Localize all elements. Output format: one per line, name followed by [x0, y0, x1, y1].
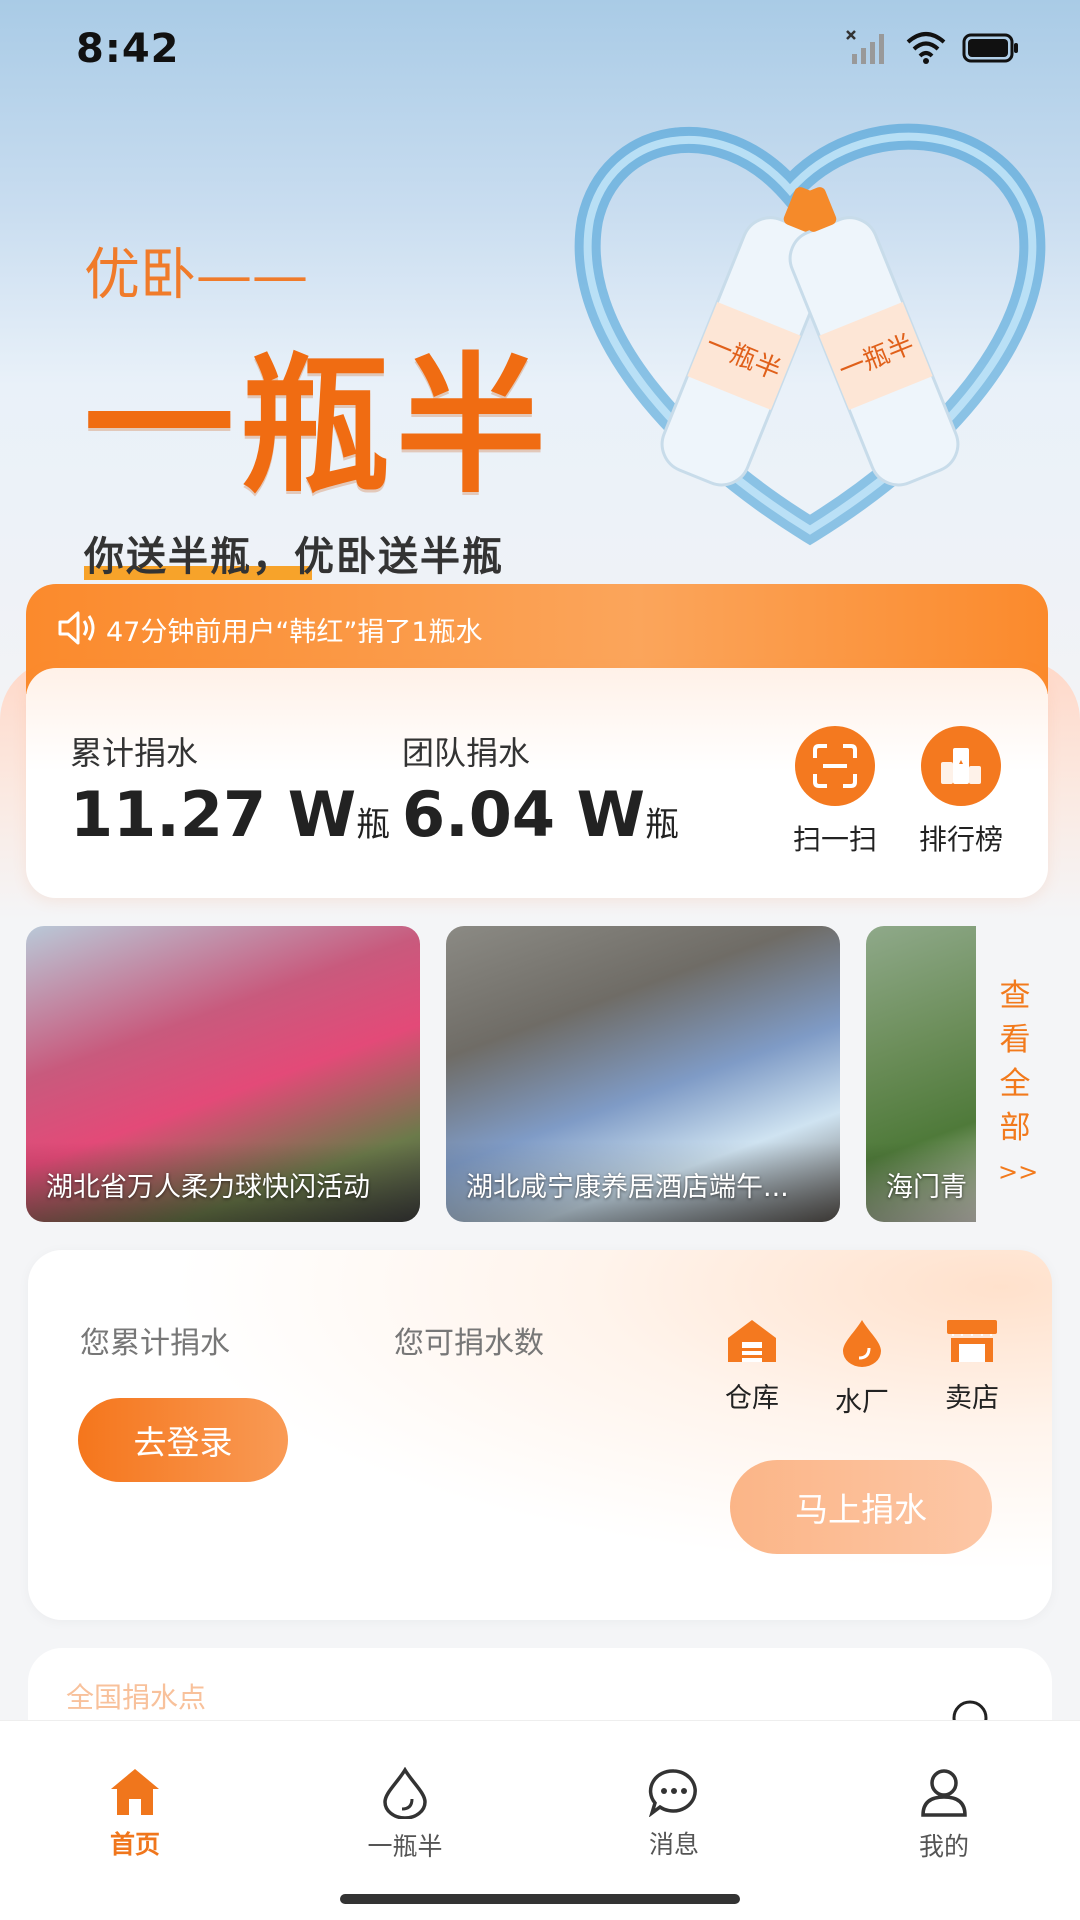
tab-home-label: 首页 [109, 1830, 160, 1859]
home-icon [111, 1769, 159, 1815]
stats-card: 累计捐水 11.27 W瓶 团队捐水 6.04 W瓶 扫一扫 排行榜 [26, 668, 1048, 898]
tab-yipingban[interactable]: 一瓶半 [335, 1766, 475, 1863]
total-donation-label: 累计捐水 [70, 734, 199, 772]
tab-mine-label: 我的 [918, 1832, 969, 1861]
scan-icon [795, 726, 875, 806]
login-button[interactable]: 去登录 [78, 1398, 288, 1482]
status-time: 8:42 [76, 26, 180, 72]
national-title: 全国捐水点 [66, 1681, 207, 1714]
status-icons [846, 30, 1020, 66]
message-icon [648, 1769, 697, 1818]
view-all-char: 部 [999, 1110, 1031, 1146]
view-all-char: 查 [999, 978, 1031, 1014]
water-factory-label: 水厂 [835, 1387, 889, 1418]
available-label: 您可捐水数 [394, 1326, 544, 1361]
team-donation-label: 团队捐水 [402, 734, 531, 772]
hero-subtitle: 优卧—— [84, 243, 308, 308]
user-icon [921, 1769, 967, 1817]
store-icon [947, 1320, 997, 1362]
activity-caption: 湖北省万人柔力球快闪活动 [26, 1142, 420, 1222]
ranking-icon [921, 726, 1001, 806]
home-indicator[interactable] [340, 1894, 740, 1904]
tab-messages[interactable]: 消息 [604, 1767, 744, 1861]
my-donation-card: 您累计捐水 您可捐水数 去登录 仓库 水厂 卖店 马上捐水 [28, 1250, 1052, 1620]
ranking-label: 排行榜 [918, 823, 1003, 856]
bottom-tab-bar: 首页 一瓶半 消息 我的 [0, 1720, 1080, 1920]
my-total-label: 您累计捐水 [80, 1326, 230, 1361]
activity-card[interactable]: 湖北咸宁康养居酒店端午... [446, 926, 840, 1222]
view-all-arrow: >> [998, 1158, 1039, 1186]
activity-carousel[interactable]: 湖北省万人柔力球快闪活动 湖北咸宁康养居酒店端午... 海门青 [26, 926, 1056, 1222]
store-button[interactable]: 卖店 [932, 1318, 1012, 1415]
view-all-char: 全 [999, 1066, 1031, 1102]
ranking-button[interactable]: 排行榜 [896, 726, 1026, 858]
warehouse-button[interactable]: 仓库 [712, 1318, 792, 1415]
team-donation-stat: 团队捐水 6.04 W瓶 [402, 728, 679, 851]
slogan-text: 你送半瓶，优卧送半瓶 [84, 534, 504, 580]
view-all-link[interactable]: 查 看 全 部 >> [998, 974, 1039, 1194]
tab-mine[interactable]: 我的 [874, 1767, 1014, 1863]
tab-messages-label: 消息 [648, 1830, 699, 1859]
team-donation-value: 6.04 W瓶 [402, 778, 679, 851]
hero-text: 优卧—— 一瓶半 你送半瓶，优卧送半瓶 [84, 230, 552, 582]
water-drop-icon [383, 1766, 427, 1820]
view-all-char: 看 [999, 1022, 1031, 1058]
scan-label: 扫一扫 [792, 823, 877, 856]
wifi-icon [906, 32, 946, 64]
warehouse-label: 仓库 [725, 1383, 779, 1414]
total-donation-value: 11.27 W瓶 [70, 778, 391, 851]
store-label: 卖店 [945, 1383, 999, 1414]
battery-icon [962, 33, 1018, 63]
activity-caption: 海门青 [866, 1142, 976, 1222]
scan-button[interactable]: 扫一扫 [770, 726, 900, 858]
total-donation-stat: 累计捐水 11.27 W瓶 [70, 728, 390, 851]
tab-home[interactable]: 首页 [65, 1767, 205, 1861]
activity-card[interactable]: 海门青 [866, 926, 976, 1222]
water-heart-bottles-image: 一瓶半 一瓶半 [574, 123, 1046, 546]
hero-title: 一瓶半 [84, 338, 553, 514]
tab-yipingban-label: 一瓶半 [367, 1832, 443, 1861]
water-factory-button[interactable]: 水厂 [822, 1318, 902, 1419]
notice-text: 47分钟前用户“韩红”捐了1瓶水 [106, 617, 483, 648]
donate-now-button[interactable]: 马上捐水 [730, 1460, 992, 1554]
speaker-icon [58, 611, 95, 645]
activity-caption: 湖北咸宁康养居酒店端午... [446, 1142, 840, 1222]
water-drop-icon [843, 1320, 881, 1367]
signal-icon [846, 30, 884, 64]
activity-card[interactable]: 湖北省万人柔力球快闪活动 [26, 926, 420, 1222]
hero-slogan: 你送半瓶，优卧送半瓶 [84, 524, 552, 582]
warehouse-icon [728, 1320, 776, 1362]
